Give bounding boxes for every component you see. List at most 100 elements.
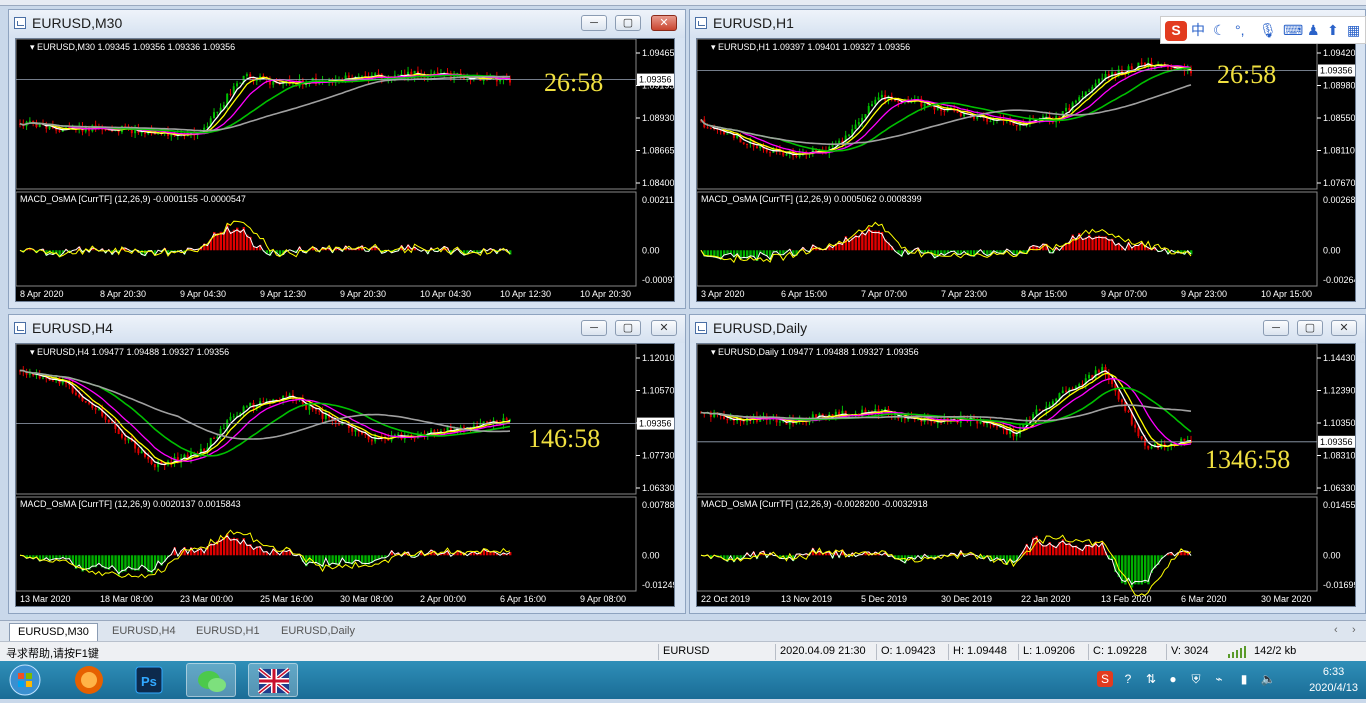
candle-body [236, 83, 238, 86]
price-chart[interactable]: ▾ EURUSD,Daily 1.09477 1.09488 1.09327 1… [696, 343, 1356, 607]
close-button[interactable]: ✕ [651, 15, 677, 31]
candle-body [726, 419, 728, 420]
chart-window-h4[interactable]: EURUSD,H4 ─ ▢ ✕ ▾ EURUSD,H4 1.09477 1.09… [8, 314, 686, 614]
shield-icon[interactable]: ⛨ [1188, 671, 1204, 687]
maximize-button[interactable]: ▢ [615, 15, 641, 31]
macd-histogram-bar [229, 538, 231, 555]
sogou-logo-icon[interactable]: S [1165, 21, 1187, 41]
price-tick-label: 1.08400 [642, 178, 675, 188]
minimize-button[interactable]: ─ [1263, 320, 1289, 336]
candle-body [1128, 411, 1130, 412]
signal-tray-icon[interactable]: ▮ [1236, 671, 1252, 687]
candle-body [710, 128, 712, 129]
candle-body [878, 97, 880, 99]
candle-body [151, 459, 153, 464]
tab-scroll-left-icon[interactable]: ‹ [1334, 624, 1338, 636]
time-tick-label: 6 Apr 16:00 [500, 594, 546, 604]
candle-body [203, 449, 205, 451]
price-chart[interactable]: ▾ EURUSD,M30 1.09345 1.09356 1.09336 1.0… [15, 38, 675, 302]
maximize-button[interactable]: ▢ [1297, 320, 1323, 336]
macd-histogram-bar [213, 543, 215, 555]
trading-terminal: EURUSD,M30 ─ ▢ ✕ ▾ EURUSD,M30 1.09345 1.… [0, 0, 1366, 699]
time-tick-label: 22 Jan 2020 [1021, 594, 1071, 604]
toolbox-icon[interactable]: ▦ [1347, 21, 1360, 39]
chart-window-daily[interactable]: EURUSD,Daily ─ ▢ ✕ ▾ EURUSD,Daily 1.0947… [689, 314, 1366, 614]
macd-histogram-bar [1081, 238, 1083, 250]
ime-language-toggle[interactable]: 中 [1191, 21, 1205, 39]
candle-body [795, 156, 797, 157]
microphone-icon[interactable]: 🎙 [1259, 21, 1277, 39]
price-chart[interactable]: ▾ EURUSD,H4 1.09477 1.09488 1.09327 1.09… [15, 343, 675, 607]
status-bar: 寻求帮助,请按F1键 EURUSD 2020.04.09 21:30 O: 1.… [0, 641, 1366, 661]
candle-body [1052, 401, 1054, 404]
candle-body [1118, 391, 1120, 399]
price-tick-label: 1.08665 [642, 146, 675, 156]
candle-body [78, 395, 80, 397]
time-tick-label: 10 Apr 15:00 [1261, 289, 1312, 299]
tab-eurusd-daily[interactable]: EURUSD,Daily [273, 623, 363, 641]
keyboard-icon[interactable]: ⌨ [1283, 21, 1303, 39]
taskbar-metatrader[interactable] [248, 663, 298, 697]
minimize-button[interactable]: ─ [581, 320, 607, 336]
candle-body [141, 451, 143, 453]
candle-body [371, 439, 373, 441]
candle-body [996, 426, 998, 427]
chart-tab-bar: EURUSD,M30 EURUSD,H4 EURUSD,H1 EURUSD,Da… [0, 620, 1366, 641]
price-chart[interactable]: ▾ EURUSD,H1 1.09397 1.09401 1.09327 1.09… [696, 38, 1356, 302]
candle-body [154, 134, 156, 135]
macd-tick-label: -0.012499 [642, 580, 675, 590]
candle-body [855, 125, 857, 130]
moon-icon[interactable]: ☾ [1213, 21, 1226, 39]
ime-toolbar[interactable]: S 中 ☾ °, 🎙 ⌨ ♟ ⬆ ▦ [1160, 16, 1366, 44]
network-tray-icon[interactable]: ⇅ [1143, 671, 1159, 687]
tab-eurusd-h1[interactable]: EURUSD,H1 [188, 623, 268, 641]
tab-eurusd-m30[interactable]: EURUSD,M30 [9, 623, 98, 641]
close-button[interactable]: ✕ [651, 320, 677, 336]
usb-tray-icon[interactable]: ⌁ [1211, 671, 1227, 687]
candle-body [223, 428, 225, 429]
chart-canvas: ▾ EURUSD,M30 1.09345 1.09356 1.09336 1.0… [16, 39, 675, 302]
bar-timer: 146:58 [528, 424, 600, 453]
macd-histogram-bar [1045, 545, 1047, 555]
candle-body [1075, 101, 1077, 103]
taskbar-firefox[interactable] [64, 663, 114, 697]
candle-body [1124, 402, 1126, 411]
chart-window-m30[interactable]: EURUSD,M30 ─ ▢ ✕ ▾ EURUSD,M30 1.09345 1.… [8, 9, 686, 309]
candle-body [213, 112, 215, 118]
candle-body [1078, 384, 1080, 386]
start-button[interactable] [4, 663, 46, 697]
price-tick-label: 1.14430 [1323, 353, 1356, 363]
candle-body [943, 111, 945, 112]
candle-body [743, 142, 745, 143]
time-tick-label: 30 Mar 2020 [1261, 594, 1312, 604]
help-tray-icon[interactable]: ? [1120, 671, 1136, 687]
candle-body [1134, 425, 1136, 428]
candle-body [216, 112, 218, 113]
chart-window-h1[interactable]: EURUSD,H1 ▾ EURUSD,H1 1.09397 1.09401 1.… [689, 9, 1366, 309]
wechat-tray-icon[interactable]: ● [1165, 671, 1181, 687]
candle-body [289, 395, 291, 396]
price-tick-label: 1.07730 [642, 451, 675, 461]
candle-body [874, 100, 876, 104]
candle-body [1065, 391, 1067, 392]
punctuation-icon[interactable]: °, [1235, 21, 1245, 39]
window-titlebar[interactable]: EURUSD,H4 ─ ▢ ✕ [9, 315, 685, 343]
window-titlebar[interactable]: EURUSD,M30 ─ ▢ ✕ [9, 10, 685, 38]
minimize-button[interactable]: ─ [581, 15, 607, 31]
taskbar-photoshop[interactable]: Ps [124, 663, 174, 697]
skin-icon[interactable]: ♟ [1307, 21, 1320, 39]
macd-indicator-label: MACD_OsMA [CurrTF] (12,26,9) 0.0005062 0… [701, 194, 922, 204]
candle-body [1144, 439, 1146, 446]
tab-eurusd-h4[interactable]: EURUSD,H4 [104, 623, 184, 641]
taskbar-wechat[interactable] [186, 663, 236, 697]
upload-icon[interactable]: ⬆ [1327, 21, 1339, 39]
candle-body [348, 76, 350, 78]
sogou-tray-icon[interactable]: S [1097, 671, 1113, 687]
volume-icon[interactable]: 🔈 [1260, 671, 1276, 687]
system-clock[interactable]: 6:33 2020/4/13 [1309, 664, 1358, 696]
time-tick-label: 30 Mar 08:00 [340, 594, 393, 604]
window-titlebar[interactable]: EURUSD,Daily ─ ▢ ✕ [690, 315, 1365, 343]
tab-scroll-right-icon[interactable]: › [1352, 624, 1356, 636]
maximize-button[interactable]: ▢ [615, 320, 641, 336]
close-button[interactable]: ✕ [1331, 320, 1357, 336]
